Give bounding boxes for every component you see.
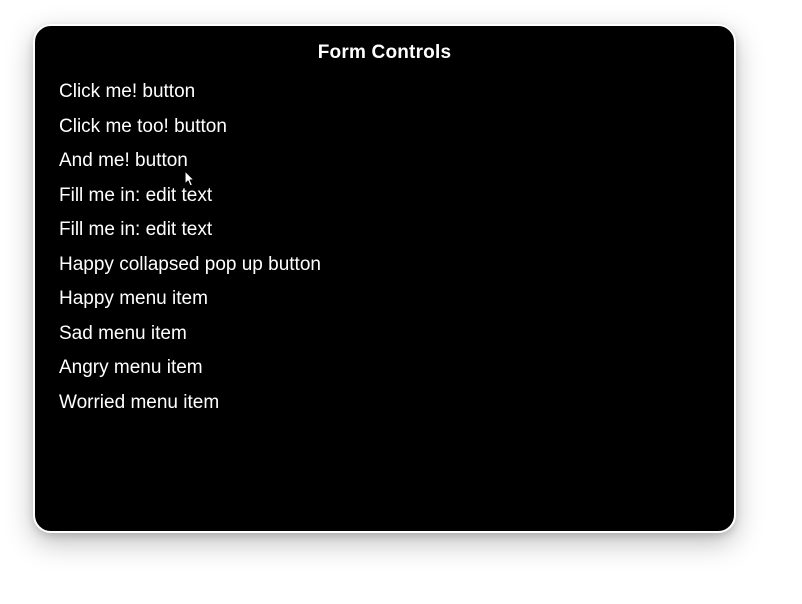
form-controls-panel: Form Controls Click me! button Click me …: [33, 24, 736, 533]
button-and-me[interactable]: And me! button: [59, 147, 716, 175]
edit-text-fill-me-in-2[interactable]: Fill me in: edit text: [59, 216, 716, 244]
menu-item-angry[interactable]: Angry menu item: [59, 354, 716, 382]
popup-button-happy[interactable]: Happy collapsed pop up button: [59, 251, 716, 279]
button-click-me[interactable]: Click me! button: [59, 78, 716, 106]
button-click-me-too[interactable]: Click me too! button: [59, 113, 716, 141]
items-list: Click me! button Click me too! button An…: [53, 78, 716, 416]
menu-item-happy[interactable]: Happy menu item: [59, 285, 716, 313]
menu-item-sad[interactable]: Sad menu item: [59, 320, 716, 348]
menu-item-worried[interactable]: Worried menu item: [59, 389, 716, 417]
edit-text-fill-me-in-1[interactable]: Fill me in: edit text: [59, 182, 716, 210]
page-title: Form Controls: [53, 42, 716, 64]
